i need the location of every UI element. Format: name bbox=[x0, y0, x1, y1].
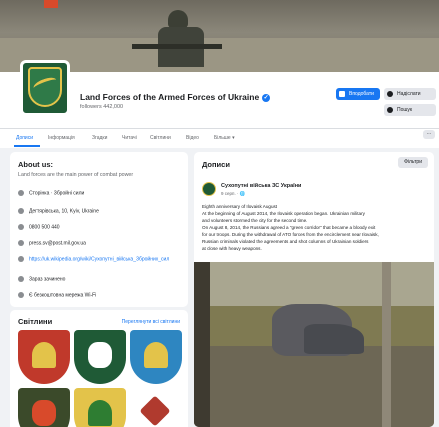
info-row-wifi: Є безкоштовна мережа Wi-Fi bbox=[18, 292, 96, 298]
post-text-line: Russian criminals violated the agreement… bbox=[202, 239, 369, 244]
posts-card: Дописи Фільтри Сухопутні війська ЗС Укра… bbox=[194, 152, 434, 427]
search-icon bbox=[387, 107, 393, 113]
info-row-email[interactable]: press.sv@post.mil.gov.ua bbox=[18, 240, 86, 246]
soldier-helmet bbox=[168, 10, 188, 28]
info-text: press.sv@post.mil.gov.ua bbox=[29, 240, 86, 247]
followers-count[interactable]: followers 442,000 bbox=[80, 104, 123, 110]
page-title-text: Land Forces of the Armed Forces of Ukrai… bbox=[80, 92, 260, 102]
search-button[interactable]: Пошук bbox=[384, 104, 436, 116]
lion-emblem-icon[interactable] bbox=[130, 330, 182, 384]
post-text-line: and volunteers stormed the city for the … bbox=[202, 218, 308, 223]
info-text: Зараз зачинено bbox=[29, 276, 66, 283]
tab-more[interactable]: Більше ▾ bbox=[214, 135, 235, 141]
like-button-label: Вподобати bbox=[349, 91, 374, 97]
thumbs-up-icon bbox=[339, 91, 345, 97]
post-author-name[interactable]: Сухопутні війська ЗС України bbox=[221, 183, 301, 189]
post-text-line: at close with heavy weapons. bbox=[202, 246, 262, 251]
post-text-line: On August 8, 2014, the Russians agreed a… bbox=[202, 225, 376, 230]
messenger-icon bbox=[387, 91, 393, 97]
message-button[interactable]: Надіслати bbox=[384, 88, 436, 100]
info-text: 0800 500 440 bbox=[29, 224, 60, 231]
about-card: About us: Land forces are the main power… bbox=[10, 152, 188, 307]
info-row-category: Сторінка · Збройні сили bbox=[18, 190, 84, 196]
tab-about[interactable]: Інформація bbox=[48, 135, 75, 141]
tab-followers[interactable]: Читачі bbox=[122, 135, 137, 141]
info-text: https://uk.wikipedia.org/wiki/Сухопутні_… bbox=[29, 256, 170, 263]
info-text: Сторінка · Збройні сили bbox=[29, 190, 85, 197]
more-options-button[interactable]: ··· bbox=[423, 130, 435, 139]
phone-icon bbox=[18, 224, 24, 230]
page-tabs: Дописи Інформація Згадки Читачі Світлини… bbox=[0, 128, 439, 147]
about-description: Land forces are the main power of combat… bbox=[18, 172, 134, 178]
wifi-icon bbox=[18, 292, 24, 298]
photos-title: Світлини bbox=[18, 317, 53, 326]
emblem-mark bbox=[139, 395, 171, 427]
email-icon bbox=[18, 240, 24, 246]
emblem-mark bbox=[88, 400, 112, 426]
post-video[interactable] bbox=[194, 262, 434, 427]
info-row-address: Дегтярівська, 10, Kyiv, Ukraine bbox=[18, 208, 99, 214]
message-button-label: Надіслати bbox=[397, 91, 421, 97]
about-title: About us: bbox=[18, 160, 53, 169]
emblem-mark bbox=[32, 342, 56, 368]
flag-shape bbox=[44, 0, 58, 8]
post-text-line: for our troops. During the withdrawal of… bbox=[202, 232, 379, 237]
cross-emblem-icon[interactable] bbox=[139, 388, 171, 427]
info-row-website[interactable]: https://uk.wikipedia.org/wiki/Сухопутні_… bbox=[18, 256, 169, 262]
info-icon bbox=[18, 190, 24, 196]
info-text: Є безкоштовна мережа Wi-Fi bbox=[29, 292, 97, 299]
tab-posts[interactable]: Дописи bbox=[16, 135, 33, 141]
video-ground bbox=[194, 346, 434, 427]
emblem-mark bbox=[32, 400, 56, 426]
active-tab-indicator bbox=[14, 145, 40, 147]
info-row-hours: Зараз зачинено bbox=[18, 276, 65, 282]
see-all-photos-link[interactable]: Переглянути всі світлини bbox=[122, 319, 180, 325]
clock-icon bbox=[18, 276, 24, 282]
knight-helmet-emblem-icon[interactable] bbox=[74, 330, 126, 384]
photos-card: Світлини Переглянути всі світлини bbox=[10, 310, 188, 427]
post-timestamp[interactable]: 9 серп. · 🌐 bbox=[221, 191, 245, 197]
video-pole bbox=[382, 262, 391, 427]
skull-emblem-icon[interactable] bbox=[18, 388, 70, 427]
tab-mentions[interactable]: Згадки bbox=[92, 135, 107, 141]
profile-avatar[interactable] bbox=[20, 60, 70, 116]
filter-button[interactable]: Фільтри bbox=[398, 157, 428, 168]
tab-photos[interactable]: Світлини bbox=[150, 135, 171, 141]
emblem-mark bbox=[88, 342, 112, 368]
emblem-mark bbox=[144, 342, 168, 368]
info-text: Дегтярівська, 10, Kyiv, Ukraine bbox=[29, 208, 99, 215]
video-edge-shadow bbox=[194, 262, 210, 427]
page-title: Land Forces of the Armed Forces of Ukrai… bbox=[80, 92, 271, 102]
like-button[interactable]: Вподобати bbox=[336, 88, 380, 100]
info-row-phone[interactable]: 0800 500 440 bbox=[18, 224, 60, 230]
posts-title: Дописи bbox=[202, 160, 230, 169]
verified-badge-icon: ✓ bbox=[262, 93, 271, 102]
post-text-line: At the beginning of August 2014, the Ilo… bbox=[202, 211, 365, 216]
link-icon bbox=[18, 256, 24, 262]
rifle-shape bbox=[132, 44, 222, 49]
video-sky bbox=[194, 262, 434, 308]
oak-leaves-emblem-icon[interactable] bbox=[74, 388, 126, 427]
location-icon bbox=[18, 208, 24, 214]
tab-videos[interactable]: Відео bbox=[186, 135, 199, 141]
post-author-avatar[interactable] bbox=[202, 182, 216, 196]
crossed-arrows-emblem-icon[interactable] bbox=[18, 330, 70, 384]
post-text-line: Eighth anniversary of Ilovaisk August bbox=[202, 204, 278, 209]
search-button-label: Пошук bbox=[397, 107, 413, 113]
destroyed-vehicle-debris bbox=[304, 324, 364, 354]
